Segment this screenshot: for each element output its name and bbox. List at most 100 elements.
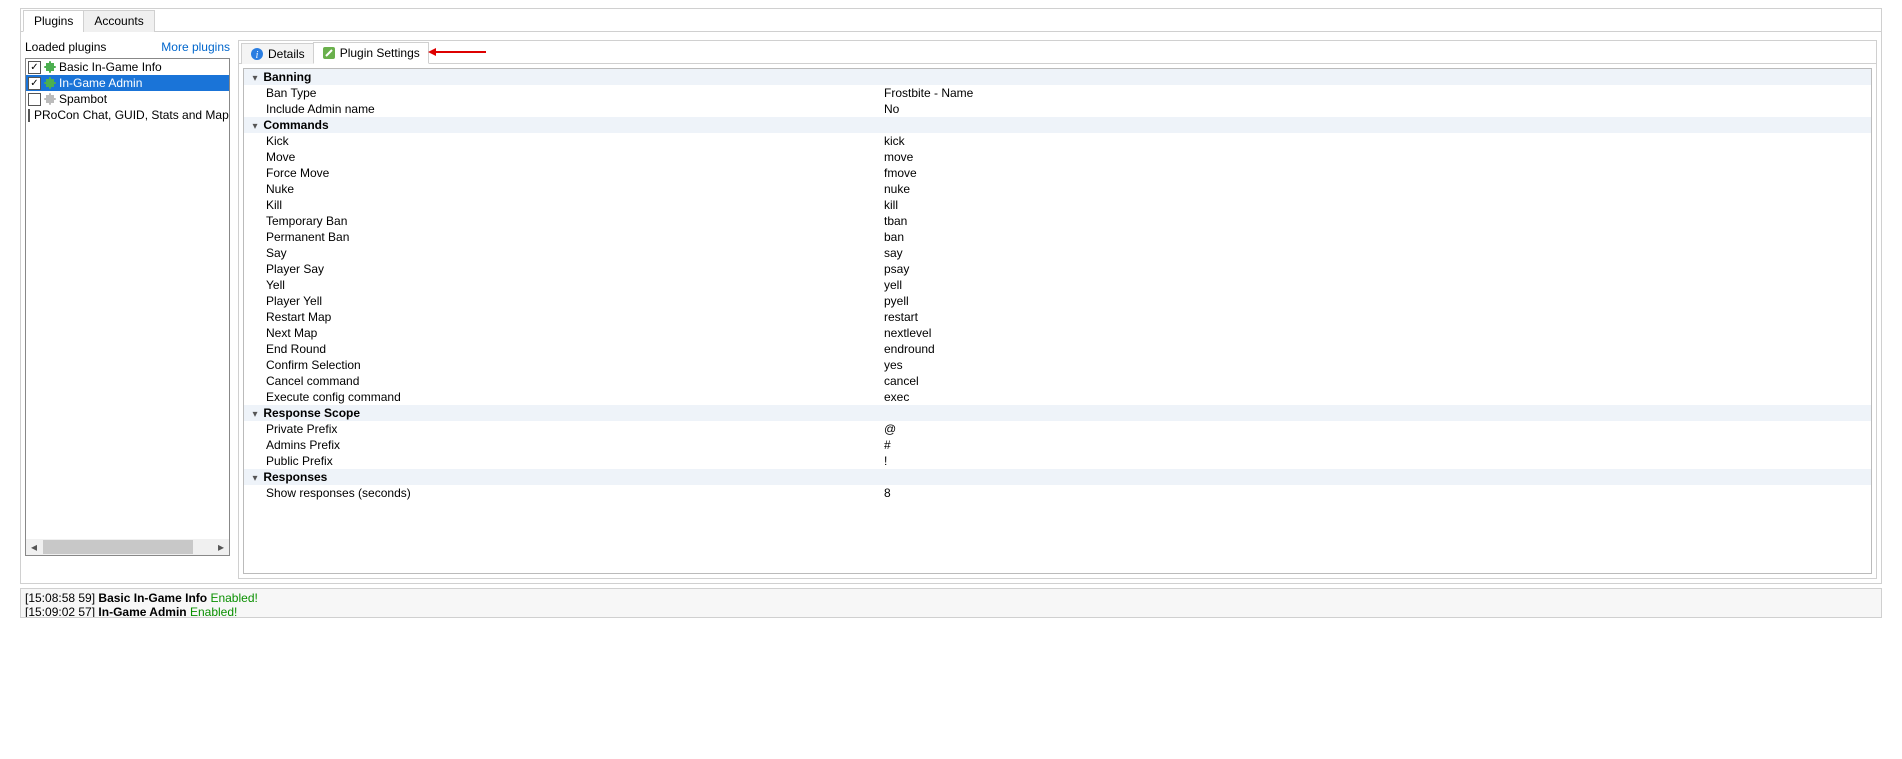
chevron-down-icon: ▾: [250, 73, 260, 84]
setting-row[interactable]: Permanent Banban: [244, 229, 1871, 245]
tab-plugin-settings[interactable]: Plugin Settings: [313, 42, 429, 64]
plugin-checkbox[interactable]: ✓: [28, 61, 41, 74]
setting-value[interactable]: @: [884, 421, 1871, 437]
tab-details-label: Details: [268, 47, 305, 61]
setting-row[interactable]: End Roundendround: [244, 341, 1871, 357]
log-line: [15:08:58 59] Basic In-Game Info Enabled…: [25, 591, 1877, 605]
setting-row[interactable]: Show responses (seconds)8: [244, 485, 1871, 501]
chevron-down-icon: ▾: [250, 409, 260, 420]
setting-row[interactable]: Temporary Bantban: [244, 213, 1871, 229]
setting-value[interactable]: move: [884, 149, 1871, 165]
setting-value[interactable]: 8: [884, 485, 1871, 501]
setting-key: Kick: [244, 133, 884, 149]
loaded-plugins-label: Loaded plugins: [25, 40, 106, 54]
scroll-thumb[interactable]: [43, 540, 193, 554]
setting-value[interactable]: #: [884, 437, 1871, 453]
setting-row[interactable]: Saysay: [244, 245, 1871, 261]
setting-value[interactable]: nuke: [884, 181, 1871, 197]
setting-value[interactable]: No: [884, 101, 1871, 117]
plugin-label: PRoCon Chat, GUID, Stats and Map Logger: [34, 108, 230, 122]
setting-row[interactable]: Restart Maprestart: [244, 309, 1871, 325]
setting-row[interactable]: Player Saypsay: [244, 261, 1871, 277]
category-row[interactable]: ▾ Responses: [244, 469, 1871, 485]
setting-value[interactable]: pyell: [884, 293, 1871, 309]
setting-value[interactable]: exec: [884, 389, 1871, 405]
setting-value[interactable]: yell: [884, 277, 1871, 293]
setting-value[interactable]: cancel: [884, 373, 1871, 389]
settings-grid[interactable]: ▾ BanningBan TypeFrostbite - NameInclude…: [243, 68, 1872, 574]
setting-value[interactable]: tban: [884, 213, 1871, 229]
setting-key: Force Move: [244, 165, 884, 181]
setting-key: Ban Type: [244, 85, 884, 101]
plugin-item[interactable]: PRoCon Chat, GUID, Stats and Map Logger: [26, 107, 229, 123]
setting-row[interactable]: Execute config commandexec: [244, 389, 1871, 405]
setting-row[interactable]: Killkill: [244, 197, 1871, 213]
setting-key: Yell: [244, 277, 884, 293]
setting-value[interactable]: endround: [884, 341, 1871, 357]
plugin-label: In-Game Admin: [59, 76, 142, 90]
setting-value[interactable]: nextlevel: [884, 325, 1871, 341]
setting-row[interactable]: Include Admin nameNo: [244, 101, 1871, 117]
plugin-item[interactable]: ✓ In-Game Admin: [26, 75, 229, 91]
setting-key: Say: [244, 245, 884, 261]
setting-key: Include Admin name: [244, 101, 884, 117]
setting-value[interactable]: say: [884, 245, 1871, 261]
setting-row[interactable]: Cancel commandcancel: [244, 373, 1871, 389]
setting-row[interactable]: Private Prefix@: [244, 421, 1871, 437]
setting-row[interactable]: Next Mapnextlevel: [244, 325, 1871, 341]
category-row[interactable]: ▾ Response Scope: [244, 405, 1871, 421]
left-panel: Loaded plugins More plugins ✓ Basic In-Ga…: [25, 40, 230, 579]
setting-value[interactable]: kill: [884, 197, 1871, 213]
annotation-arrow: [436, 51, 486, 53]
svg-text:i: i: [256, 50, 259, 61]
setting-value[interactable]: yes: [884, 357, 1871, 373]
setting-row[interactable]: Admins Prefix#: [244, 437, 1871, 453]
setting-key: Admins Prefix: [244, 437, 884, 453]
setting-row[interactable]: Ban TypeFrostbite - Name: [244, 85, 1871, 101]
plugin-list-scroll[interactable]: ◂ ▸: [26, 539, 229, 555]
setting-value[interactable]: restart: [884, 309, 1871, 325]
setting-value[interactable]: !: [884, 453, 1871, 469]
setting-row[interactable]: Nukenuke: [244, 181, 1871, 197]
plugin-label: Basic In-Game Info: [59, 60, 162, 74]
setting-row[interactable]: Player Yellpyell: [244, 293, 1871, 309]
log-line: [15:09:02 57] In-Game Admin Enabled!: [25, 605, 1877, 618]
plugin-item[interactable]: ✓ Basic In-Game Info: [26, 59, 229, 75]
setting-key: Player Yell: [244, 293, 884, 309]
puzzle-icon: [43, 92, 57, 106]
setting-key: Next Map: [244, 325, 884, 341]
puzzle-icon: [43, 76, 57, 90]
chevron-down-icon: ▾: [250, 473, 260, 484]
plugin-item[interactable]: Spambot: [26, 91, 229, 107]
chevron-down-icon: ▾: [250, 121, 260, 132]
plugin-checkbox[interactable]: ✓: [28, 77, 41, 90]
setting-row[interactable]: Yellyell: [244, 277, 1871, 293]
tab-accounts[interactable]: Accounts: [83, 10, 154, 32]
setting-value[interactable]: kick: [884, 133, 1871, 149]
setting-value[interactable]: psay: [884, 261, 1871, 277]
setting-row[interactable]: Public Prefix!: [244, 453, 1871, 469]
setting-value[interactable]: ban: [884, 229, 1871, 245]
setting-value[interactable]: Frostbite - Name: [884, 85, 1871, 101]
plugin-label: Spambot: [59, 92, 107, 106]
category-row[interactable]: ▾ Commands: [244, 117, 1871, 133]
top-tabs: Plugins Accounts: [21, 9, 1881, 32]
category-row[interactable]: ▾ Banning: [244, 69, 1871, 85]
tab-plugin-settings-label: Plugin Settings: [340, 46, 420, 60]
setting-row[interactable]: Confirm Selectionyes: [244, 357, 1871, 373]
setting-key: Cancel command: [244, 373, 884, 389]
setting-row[interactable]: Force Movefmove: [244, 165, 1871, 181]
plugin-list[interactable]: ✓ Basic In-Game Info ✓ In-Game Admin Spambot…: [25, 58, 230, 556]
setting-key: Public Prefix: [244, 453, 884, 469]
setting-row[interactable]: Movemove: [244, 149, 1871, 165]
main-panel: Plugins Accounts Loaded plugins More plu…: [20, 8, 1882, 584]
more-plugins-link[interactable]: More plugins: [161, 40, 230, 54]
setting-key: Temporary Ban: [244, 213, 884, 229]
tab-plugins[interactable]: Plugins: [23, 10, 84, 32]
tab-details[interactable]: i Details: [241, 43, 314, 64]
plugin-checkbox[interactable]: [28, 109, 30, 122]
plugin-checkbox[interactable]: [28, 93, 41, 106]
setting-row[interactable]: Kickkick: [244, 133, 1871, 149]
puzzle-icon: [43, 60, 57, 74]
setting-value[interactable]: fmove: [884, 165, 1871, 181]
